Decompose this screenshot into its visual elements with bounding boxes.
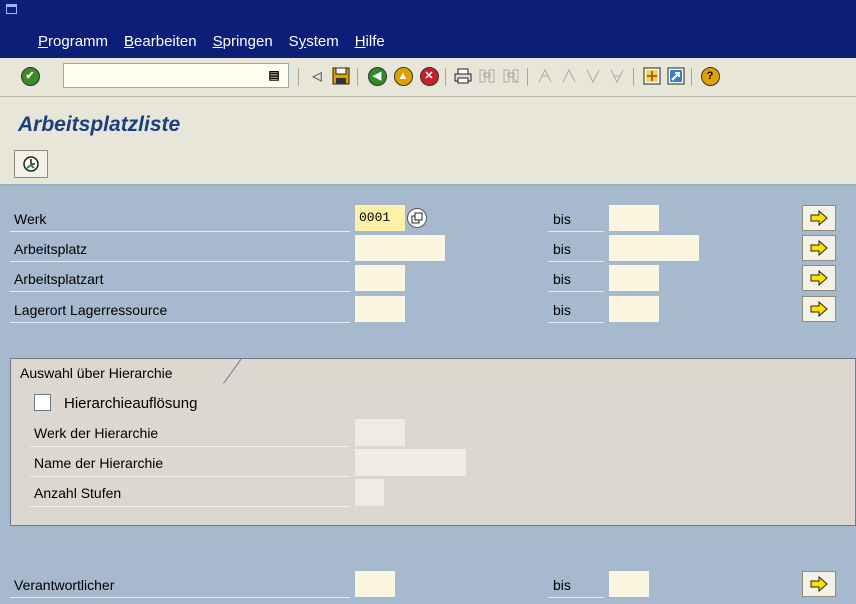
group-title: Auswahl über Hierarchie [20, 365, 173, 381]
separator [527, 68, 528, 86]
separator [633, 68, 634, 86]
verantwortlicher-bis-label: bis [553, 577, 571, 593]
separator [548, 322, 604, 323]
verantwortlicher-multiple-selection-button[interactable] [802, 571, 836, 597]
separator [445, 68, 446, 86]
werk-bis-label: bis [553, 211, 571, 227]
help-icon[interactable]: ? [699, 64, 721, 88]
arbeitsplatz-to-field[interactable] [609, 235, 699, 261]
first-page-icon[interactable] [534, 64, 556, 88]
arbeitsplatzart-from-field[interactable] [355, 265, 405, 291]
multiple-selection-icon[interactable] [407, 208, 427, 228]
separator [548, 291, 604, 292]
separator [357, 68, 358, 86]
arrow-right-icon [810, 301, 828, 317]
arbeitsplatz-multiple-selection-button[interactable] [802, 235, 836, 261]
menu-bar: Programm Bearbeiten Springen System Hilf… [30, 33, 393, 50]
arbeitsplatzart-multiple-selection-button[interactable] [802, 265, 836, 291]
separator [548, 231, 604, 232]
werk-multiple-selection-button[interactable] [802, 205, 836, 231]
find-next-icon[interactable] [500, 64, 522, 88]
menu-hilfe[interactable]: Hilfe [347, 33, 393, 50]
werk-from-field[interactable]: 0001 [355, 205, 405, 231]
lagerort-multiple-selection-button[interactable] [802, 296, 836, 322]
arrow-right-icon [810, 210, 828, 226]
arbeitsplatzart-label: Arbeitsplatzart [14, 271, 104, 287]
separator [30, 506, 350, 507]
shortcut-icon[interactable] [665, 64, 687, 88]
arrow-right-icon [810, 270, 828, 286]
menu-system[interactable]: System [281, 33, 347, 50]
hierarchieaufloesung-checkbox[interactable] [34, 394, 51, 411]
arbeitsplatz-label: Arbeitsplatz [14, 241, 88, 257]
last-page-icon[interactable] [606, 64, 628, 88]
werk-label: Werk [14, 211, 47, 227]
werk-der-hierarchie-field[interactable] [355, 419, 405, 446]
arbeitsplatzart-to-field[interactable] [609, 265, 659, 291]
save-icon[interactable] [330, 64, 352, 88]
back-icon[interactable]: ◀ [366, 64, 388, 88]
separator [10, 322, 350, 323]
page-title: Arbeitsplatzliste [18, 113, 181, 136]
lagerort-to-field[interactable] [609, 296, 659, 322]
verantwortlicher-label: Verantwortlicher [14, 577, 115, 593]
werk-to-field[interactable] [609, 205, 659, 231]
separator [10, 231, 350, 232]
execute-button[interactable] [14, 150, 48, 178]
anzahl-stufen-field[interactable] [355, 479, 384, 506]
print-icon[interactable] [452, 64, 474, 88]
anzahl-stufen-label: Anzahl Stufen [34, 485, 122, 501]
command-field[interactable] [63, 63, 289, 88]
lagerort-bis-label: bis [553, 302, 571, 318]
standard-toolbar: ✔ ▤ ◁ ◀ ▲ ✕ ? [0, 58, 856, 97]
name-der-hierarchie-label: Name der Hierarchie [34, 455, 164, 471]
separator [548, 261, 604, 262]
separator [691, 68, 692, 86]
separator [10, 261, 350, 262]
arbeitsplatz-bis-label: bis [553, 241, 571, 257]
execute-icon [23, 156, 39, 172]
previous-page-icon[interactable] [558, 64, 580, 88]
separator [30, 476, 350, 477]
arrow-right-icon [810, 240, 828, 256]
system-menu-icon[interactable] [6, 4, 17, 14]
werk-der-hierarchie-label: Werk der Hierarchie [34, 425, 159, 441]
lagerort-label: Lagerort Lagerressource [14, 302, 168, 318]
separator [30, 446, 350, 447]
hierarchieaufloesung-label: Hierarchieauflösung [64, 395, 198, 412]
verantwortlicher-to-field[interactable] [609, 571, 649, 597]
separator [548, 597, 604, 598]
collapse-icon[interactable]: ◁ [306, 64, 328, 88]
menu-bearbeiten[interactable]: Bearbeiten [116, 33, 205, 50]
separator [10, 597, 350, 598]
menu-programm[interactable]: Programm [30, 33, 116, 50]
arbeitsplatzart-bis-label: bis [553, 271, 571, 287]
exit-icon[interactable]: ▲ [392, 64, 414, 88]
find-icon[interactable] [476, 64, 498, 88]
new-session-icon[interactable] [641, 64, 663, 88]
separator [10, 291, 350, 292]
cancel-icon[interactable]: ✕ [418, 64, 440, 88]
verantwortlicher-from-field[interactable] [355, 571, 395, 597]
lagerort-from-field[interactable] [355, 296, 405, 322]
separator [298, 68, 299, 86]
menu-springen[interactable]: Springen [205, 33, 281, 50]
application-toolbar [0, 141, 856, 186]
command-history-icon[interactable]: ▤ [264, 64, 284, 86]
enter-icon[interactable]: ✔ [19, 64, 41, 88]
arbeitsplatz-from-field[interactable] [355, 235, 445, 261]
next-page-icon[interactable] [582, 64, 604, 88]
name-der-hierarchie-field[interactable] [355, 449, 466, 476]
arrow-right-icon [810, 576, 828, 592]
